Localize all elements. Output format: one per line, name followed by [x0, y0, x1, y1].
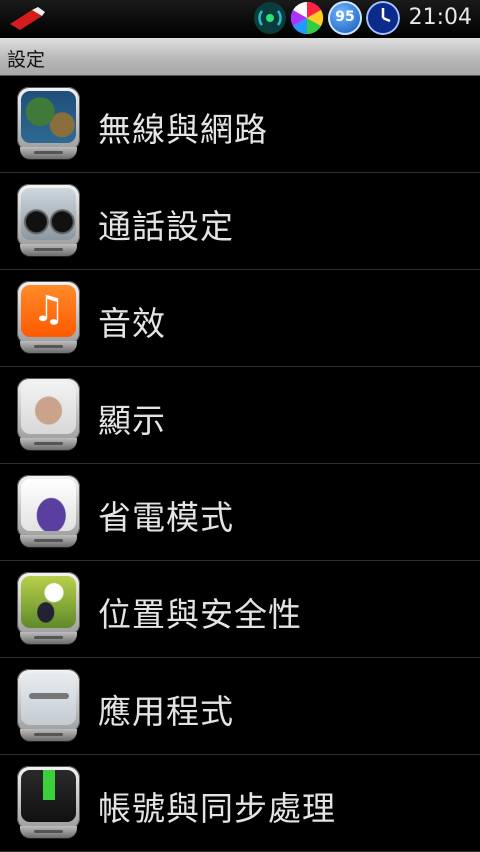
settings-item-label: 位置與安全性: [98, 595, 302, 634]
wifi-hotspot-icon: [254, 2, 286, 34]
settings-item-label: 帳號與同步處理: [98, 789, 336, 828]
golf-ball-icon: [17, 572, 80, 646]
battery-icon: 95: [328, 1, 362, 35]
settings-item-display[interactable]: 顯示: [0, 367, 480, 464]
globe-map-icon: [17, 87, 80, 161]
settings-item-label: 應用程式: [98, 692, 234, 731]
motorcycle-icon: [17, 184, 80, 258]
settings-item-wireless-networks[interactable]: 無線與網路: [0, 76, 480, 173]
settings-item-label: 顯示: [98, 401, 166, 440]
figure-icon: [17, 378, 80, 452]
settings-item-power-saving[interactable]: 省電模式: [0, 464, 480, 561]
status-time: 21:04: [408, 5, 472, 30]
settings-item-label: 省電模式: [98, 498, 234, 537]
sync-download-icon: [17, 766, 80, 840]
battery-level: 95: [335, 9, 355, 25]
color-wheel-icon: [290, 1, 324, 35]
music-note-icon: ♫: [17, 281, 80, 355]
settings-item-location-security[interactable]: 位置與安全性: [0, 561, 480, 658]
settings-item-label: 音效: [98, 304, 166, 343]
settings-list: 無線與網路 通話設定 ♫ 音效 顯示 省電模式 位置與安全性 應用程式 帳號與同…: [0, 76, 480, 852]
ink-bottle-icon: [17, 475, 80, 549]
settings-item-applications[interactable]: 應用程式: [0, 658, 480, 755]
page-title: 設定: [7, 49, 46, 71]
settings-item-label: 通話設定: [98, 207, 234, 246]
settings-item-accounts-sync[interactable]: 帳號與同步處理: [0, 755, 480, 852]
settings-item-label: 無線與網路: [98, 110, 268, 149]
settings-item-sound[interactable]: ♫ 音效: [0, 270, 480, 367]
airplane-icon: [17, 669, 80, 743]
clock-icon: [366, 1, 400, 35]
usb-icon: [10, 7, 45, 30]
settings-item-call-settings[interactable]: 通話設定: [0, 173, 480, 270]
status-bar: 95 21:04: [0, 0, 480, 38]
title-bar: 設定: [0, 38, 480, 76]
